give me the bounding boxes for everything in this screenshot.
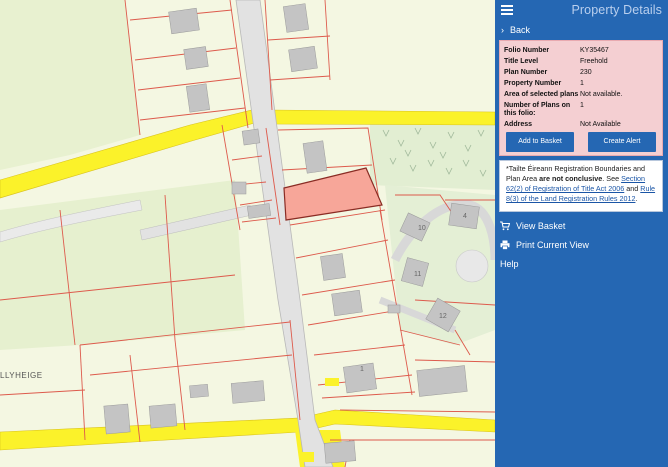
panel-title: Property Details	[571, 3, 662, 17]
add-to-basket-button[interactable]: Add to Basket	[506, 132, 574, 152]
plot-number: 1	[360, 366, 364, 373]
detail-row: Plan Number 230	[504, 69, 592, 76]
help-label: Help	[500, 259, 519, 269]
printer-icon	[500, 240, 510, 250]
property-details-panel: Property Details › Back Folio Number KY35…	[495, 0, 668, 467]
back-label: Back	[510, 25, 531, 35]
map-view[interactable]: 10 11 12 1 4 LLYHEIGE	[0, 0, 495, 467]
disclaimer-box: *Tailte Éireann Registration Boundaries …	[499, 160, 663, 212]
view-basket-button[interactable]: View Basket	[495, 217, 668, 235]
print-label: Print Current View	[516, 240, 589, 250]
plot-number: 4	[463, 213, 467, 220]
create-alert-button[interactable]: Create Alert	[588, 132, 656, 152]
detail-row: Area of selected plans Not available.	[504, 91, 623, 98]
panel-header: Property Details	[495, 0, 668, 20]
detail-row: Title Level Freehold	[504, 58, 608, 65]
yellow-marker	[300, 452, 314, 462]
property-details-table: Folio Number KY35467 Title Level Freehold …	[504, 46, 657, 131]
road-yellow-east	[267, 109, 495, 126]
chevron-right-icon: ›	[501, 25, 504, 35]
map-canvas[interactable]: 10 11 12 1 4 LLYHEIGE	[0, 0, 495, 467]
view-basket-label: View Basket	[516, 221, 566, 231]
plot-number: 10	[418, 225, 426, 232]
estate-turning-circle	[455, 249, 489, 283]
property-details-card: Folio Number KY35467 Title Level Freehold …	[499, 40, 663, 156]
plot-number: 12	[439, 313, 447, 320]
detail-row: Number of Plans on this folio: 1	[504, 102, 584, 117]
menu-icon[interactable]	[501, 5, 513, 15]
cart-icon	[500, 221, 511, 231]
place-name-label: LLYHEIGE	[0, 371, 43, 380]
help-button[interactable]: Help	[495, 255, 668, 273]
yellow-marker	[325, 378, 339, 386]
detail-row: Property Number 1	[504, 80, 584, 87]
back-button[interactable]: › Back	[495, 21, 668, 39]
detail-row: Address Not Available	[504, 121, 621, 128]
print-current-view-button[interactable]: Print Current View	[495, 236, 668, 254]
plot-number: 11	[414, 271, 421, 278]
detail-row: Folio Number KY35467	[504, 47, 609, 54]
